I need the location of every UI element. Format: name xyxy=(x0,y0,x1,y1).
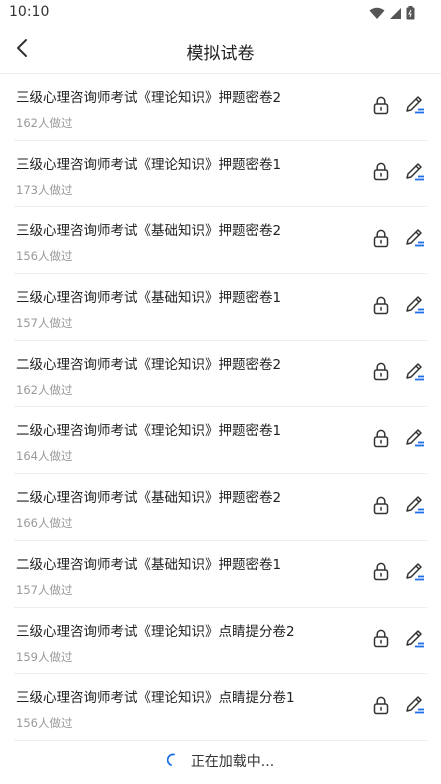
status-time: 10:10 xyxy=(9,4,50,20)
edit-button[interactable] xyxy=(403,695,427,719)
item-attempt-count: 162人做过 xyxy=(16,382,73,397)
pencil-icon xyxy=(404,227,426,253)
lock-icon xyxy=(373,496,389,519)
lock-button[interactable] xyxy=(371,362,391,385)
pencil-icon xyxy=(404,361,426,387)
item-attempt-count: 159人做过 xyxy=(16,649,73,664)
pencil-icon xyxy=(404,94,426,120)
lock-icon xyxy=(373,562,389,585)
item-title: 三级心理咨询师考试《理论知识》点睛提分卷2 xyxy=(16,623,295,640)
lock-button[interactable] xyxy=(371,562,391,585)
list-item[interactable]: 二级心理咨询师考试《基础知识》押题密卷1 157人做过 xyxy=(14,541,427,608)
item-attempt-count: 164人做过 xyxy=(16,449,73,464)
edit-button[interactable] xyxy=(403,162,427,186)
pencil-icon xyxy=(404,694,426,720)
edit-button[interactable] xyxy=(403,228,427,252)
item-attempt-count: 156人做过 xyxy=(16,249,73,264)
item-attempt-count: 157人做过 xyxy=(16,582,73,597)
lock-icon xyxy=(373,296,389,319)
lock-button[interactable] xyxy=(371,696,391,718)
edit-button[interactable] xyxy=(403,95,427,119)
spinner-icon xyxy=(166,752,181,771)
pencil-icon xyxy=(404,494,426,520)
item-title: 三级心理咨询师考试《理论知识》押题密卷2 xyxy=(16,90,282,106)
item-title: 三级心理咨询师考试《基础知识》押题密卷2 xyxy=(16,223,282,240)
battery-icon xyxy=(406,5,415,24)
edit-button[interactable] xyxy=(403,495,427,519)
pencil-icon xyxy=(404,294,426,320)
exam-list: 三级心理咨询师考试《理论知识》押题密卷2 162人做过 三级心理咨询师考试《理论知识… xyxy=(0,74,441,741)
list-item[interactable]: 三级心理咨询师考试《理论知识》点睛提分卷1 156人做过 xyxy=(14,674,427,741)
item-title: 三级心理咨询师考试《基础知识》押题密卷1 xyxy=(16,290,282,307)
lock-button[interactable] xyxy=(371,229,391,251)
lock-button[interactable] xyxy=(371,496,391,518)
nav-bar: 模拟试卷 xyxy=(0,26,441,74)
loading-indicator: 正在加载中... xyxy=(0,748,441,774)
edit-button[interactable] xyxy=(403,295,427,319)
pencil-icon xyxy=(404,561,426,587)
item-title: 二级心理咨询师考试《基础知识》押题密卷1 xyxy=(16,556,282,573)
item-title: 二级心理咨询师考试《理论知识》押题密卷2 xyxy=(16,356,282,373)
lock-icon xyxy=(373,162,389,185)
list-item[interactable]: 二级心理咨询师考试《基础知识》押题密卷2 166人做过 xyxy=(14,474,427,541)
item-title: 三级心理咨询师考试《理论知识》押题密卷1 xyxy=(16,156,282,173)
lock-icon xyxy=(373,696,389,719)
list-item[interactable]: 二级心理咨询师考试《理论知识》押题密卷2 162人做过 xyxy=(14,341,427,408)
edit-button[interactable] xyxy=(403,428,427,452)
item-attempt-count: 156人做过 xyxy=(16,716,73,731)
item-attempt-count: 166人做过 xyxy=(16,516,73,531)
list-item[interactable]: 三级心理咨询师考试《理论知识》点睛提分卷2 159人做过 xyxy=(14,608,427,675)
item-attempt-count: 162人做过 xyxy=(16,116,73,130)
lock-icon xyxy=(373,362,389,385)
lock-button[interactable] xyxy=(371,96,391,118)
list-item[interactable]: 三级心理咨询师考试《理论知识》押题密卷2 162人做过 xyxy=(14,74,427,141)
list-item[interactable]: 二级心理咨询师考试《理论知识》押题密卷1 164人做过 xyxy=(14,407,427,475)
pencil-icon xyxy=(404,161,426,187)
edit-button[interactable] xyxy=(403,629,427,653)
signal-icon xyxy=(389,5,402,24)
lock-icon xyxy=(373,629,389,652)
loading-text: 正在加载中... xyxy=(190,754,275,770)
edit-button[interactable] xyxy=(403,562,427,586)
wifi-icon xyxy=(369,5,385,24)
list-item[interactable]: 三级心理咨询师考试《理论知识》押题密卷1 173人做过 xyxy=(14,141,427,208)
item-title: 二级心理咨询师考试《基础知识》押题密卷2 xyxy=(16,490,282,507)
item-title: 三级心理咨询师考试《理论知识》点睛提分卷1 xyxy=(16,690,295,707)
lock-icon xyxy=(373,429,389,452)
lock-button[interactable] xyxy=(371,296,391,318)
item-attempt-count: 157人做过 xyxy=(16,316,73,331)
status-bar: 10:10 xyxy=(0,0,441,26)
status-icons xyxy=(369,5,415,24)
lock-icon xyxy=(373,229,389,252)
pencil-icon xyxy=(404,628,426,654)
list-item[interactable]: 三级心理咨询师考试《基础知识》押题密卷1 157人做过 xyxy=(14,274,427,341)
lock-icon xyxy=(373,96,389,119)
lock-button[interactable] xyxy=(371,162,391,185)
item-title: 二级心理咨询师考试《理论知识》押题密卷1 xyxy=(16,423,282,440)
edit-button[interactable] xyxy=(403,362,427,386)
lock-button[interactable] xyxy=(371,629,391,652)
item-attempt-count: 173人做过 xyxy=(16,182,73,197)
pencil-icon xyxy=(404,427,426,453)
page-title: 模拟试卷 xyxy=(186,44,255,64)
lock-button[interactable] xyxy=(371,429,391,451)
list-item[interactable]: 三级心理咨询师考试《基础知识》押题密卷2 156人做过 xyxy=(14,207,427,275)
